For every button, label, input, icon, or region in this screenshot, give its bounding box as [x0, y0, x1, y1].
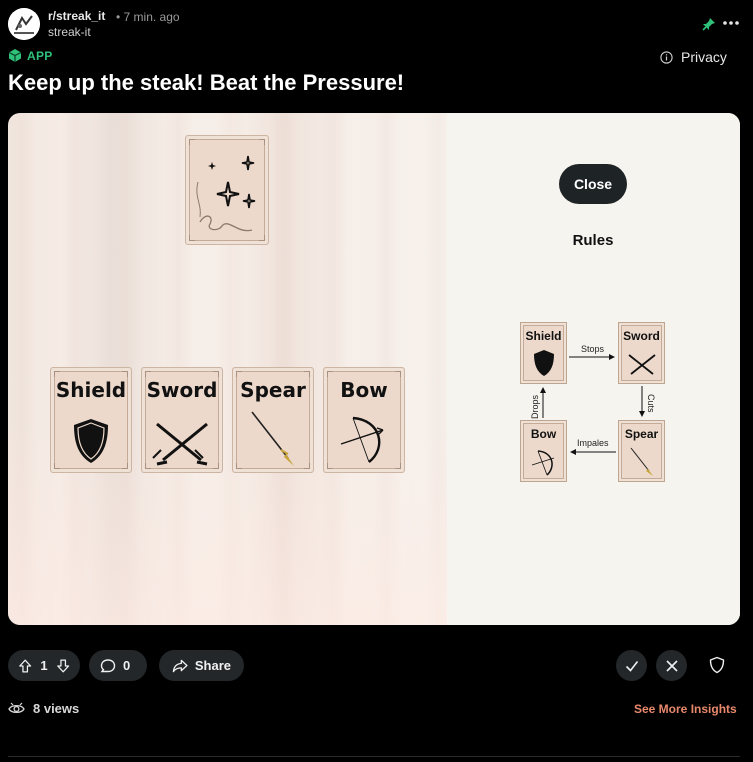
- rule-cuts-label: Cuts: [646, 394, 656, 413]
- mod-shield-icon[interactable]: [708, 656, 726, 674]
- rule-impales-label: Impales: [577, 438, 609, 448]
- remove-button[interactable]: [656, 650, 687, 681]
- upvote-icon[interactable]: [18, 658, 32, 674]
- vote-count: 1: [40, 658, 48, 673]
- share-icon: [172, 659, 188, 672]
- comment-count: 0: [123, 658, 131, 673]
- rule-drops-label: Drops: [530, 394, 540, 419]
- more-icon[interactable]: [722, 14, 740, 32]
- share-label: Share: [194, 658, 231, 673]
- info-icon: [660, 50, 673, 64]
- comments-button[interactable]: 0: [89, 650, 147, 681]
- close-icon: [665, 659, 678, 672]
- divider: [8, 756, 740, 757]
- privacy-link[interactable]: Privacy: [660, 49, 727, 65]
- views-label: 8 views: [33, 701, 80, 716]
- app-badge: APP: [8, 48, 53, 63]
- post-time: • 7 min. ago: [116, 10, 180, 24]
- post-title: Keep up the steak! Beat the Pressure!: [8, 70, 405, 95]
- subreddit-name[interactable]: r/streak_it: [48, 9, 105, 23]
- check-icon: [625, 660, 638, 672]
- app-frame[interactable]: Shield Sword Spear Bow Close Rules Shiel…: [8, 113, 740, 625]
- see-more-insights-link[interactable]: See More Insights: [634, 702, 737, 716]
- subreddit-avatar[interactable]: [8, 8, 40, 40]
- vote-control: 1: [8, 650, 80, 681]
- eye-icon: [8, 702, 25, 714]
- app-badge-label: APP: [27, 48, 53, 63]
- approve-button[interactable]: [616, 650, 647, 681]
- pin-icon: [702, 18, 715, 31]
- comment-icon: [100, 658, 116, 672]
- rule-stops-label: Stops: [581, 344, 605, 354]
- views-count: 8 views: [8, 701, 79, 716]
- app-cube-icon: [8, 49, 22, 62]
- downvote-icon[interactable]: [56, 658, 70, 674]
- rules-arrows: [540, 354, 645, 455]
- privacy-label: Privacy: [681, 49, 727, 65]
- share-button[interactable]: Share: [159, 650, 244, 681]
- avatar-art-icon: [8, 8, 40, 40]
- post-author[interactable]: streak-it: [48, 25, 91, 39]
